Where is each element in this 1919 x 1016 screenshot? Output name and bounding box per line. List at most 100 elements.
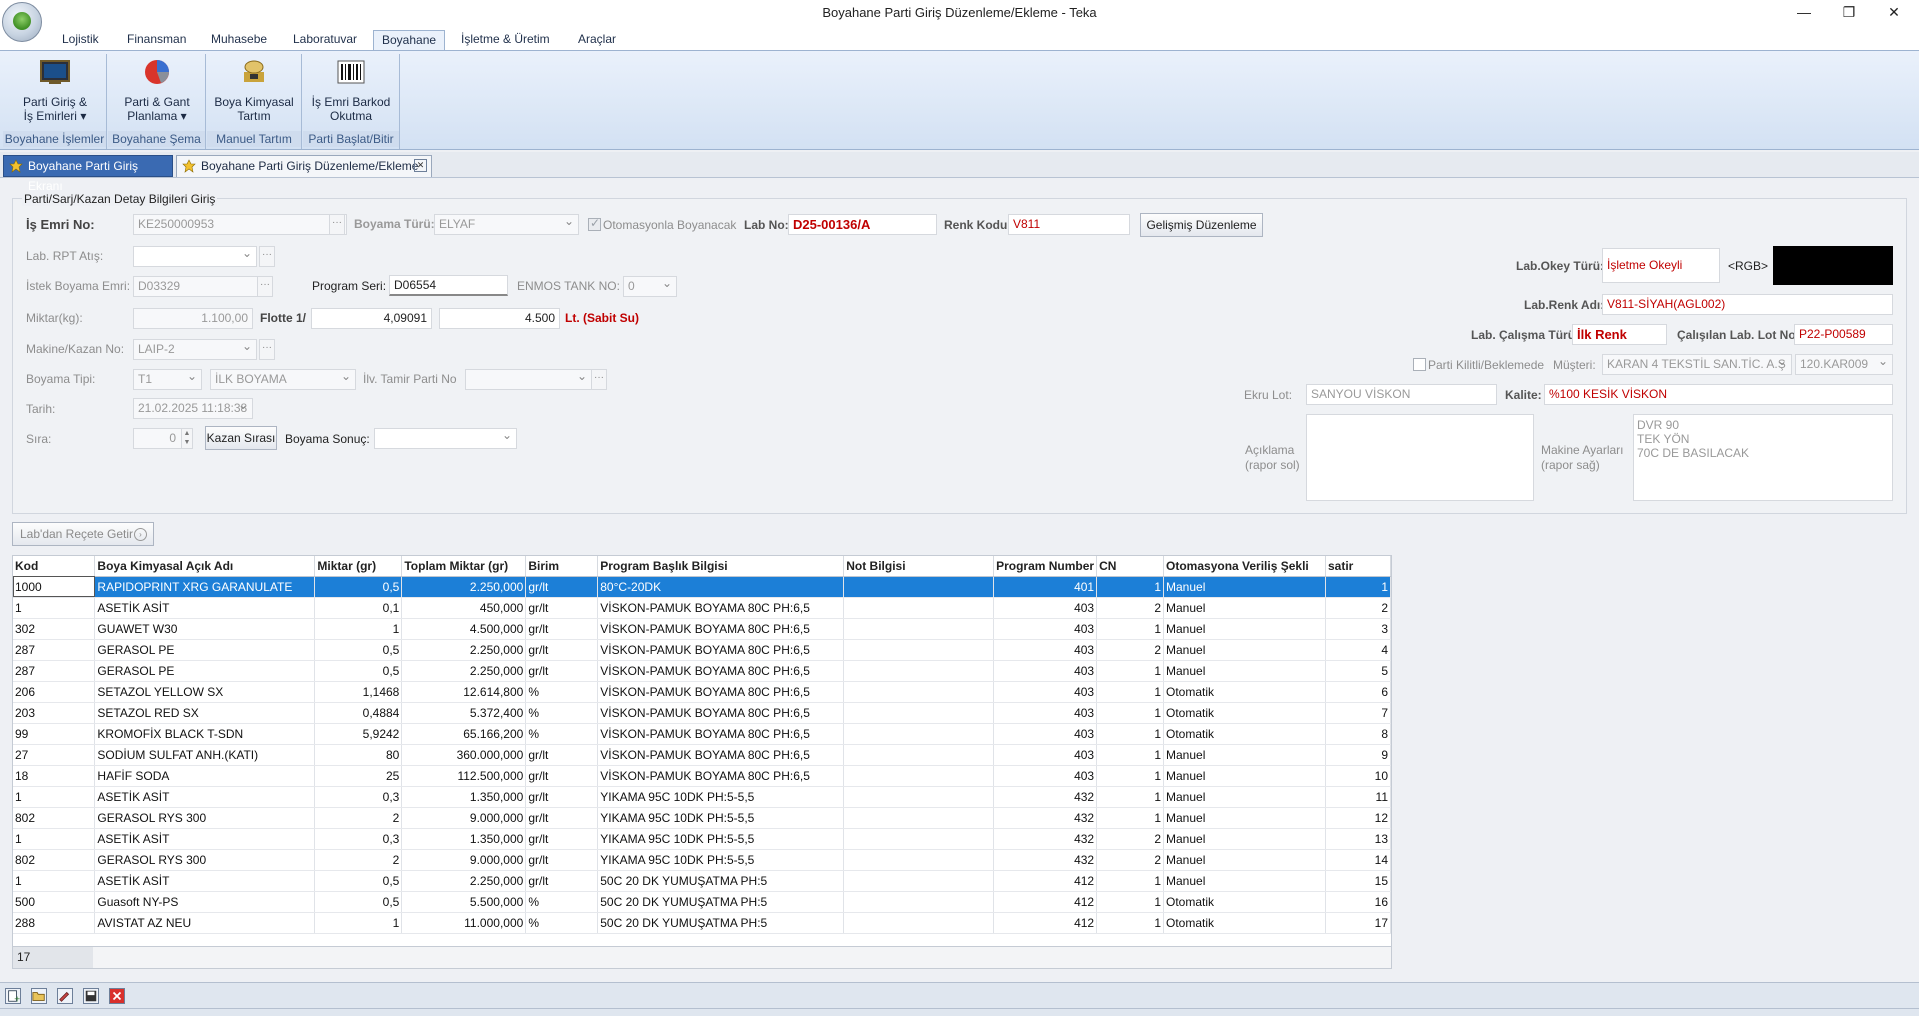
tab-laboratuvar[interactable]: Laboratuvar: [285, 30, 365, 50]
parti-gant-button[interactable]: Parti & Gant Planlama ▾: [112, 58, 202, 123]
cell-not-bilgisi[interactable]: [843, 765, 995, 787]
cell-kod[interactable]: 287: [13, 639, 96, 661]
boyama-sonuc-select[interactable]: [374, 428, 517, 449]
cell-miktar[interactable]: 5,9242: [314, 723, 403, 745]
cell-birim[interactable]: gr/lt: [525, 618, 599, 640]
cell-not-bilgisi[interactable]: [843, 912, 995, 934]
musteri-kod-select[interactable]: 120.KAR009: [1795, 354, 1893, 375]
table-row[interactable]: 27 SODİUM SULFAT ANH.(KATI) 80 360.000,000 g…: [13, 744, 1392, 766]
cell-program-number[interactable]: 403: [993, 765, 1098, 787]
cell-cn[interactable]: 1: [1096, 618, 1165, 640]
cell-kod[interactable]: 802: [13, 849, 96, 871]
cell-satir[interactable]: 6: [1325, 681, 1392, 703]
col-header-kod[interactable]: Kod: [13, 556, 96, 577]
cell-miktar[interactable]: 1,1468: [314, 681, 403, 703]
tab-isletme-uretim[interactable]: İşletme & Üretim: [453, 30, 558, 50]
cell-cn[interactable]: 1: [1096, 807, 1165, 829]
cell-satir[interactable]: 4: [1325, 639, 1392, 661]
cell-satir[interactable]: 1: [1325, 576, 1392, 598]
cell-toplam-miktar[interactable]: 450,000: [401, 597, 527, 619]
cell-program-baslik[interactable]: YIKAMA 95C 10DK PH:5-5,5: [597, 786, 845, 808]
cell-birim[interactable]: gr/lt: [525, 828, 599, 850]
cell-program-baslik[interactable]: VİSKON-PAMUK BOYAMA 80C PH:6,5: [597, 765, 845, 787]
cell-otomasyon[interactable]: Manuel: [1163, 849, 1326, 871]
cell-kod[interactable]: 206: [13, 681, 96, 703]
cell-miktar[interactable]: 25: [314, 765, 403, 787]
cell-program-number[interactable]: 401: [993, 576, 1098, 598]
boyama-tipi-desc-select[interactable]: İLK BOYAMA: [210, 369, 356, 390]
tab-boyahane[interactable]: Boyahane: [373, 30, 446, 50]
cell-not-bilgisi[interactable]: [843, 807, 995, 829]
table-row[interactable]: 1000 RAPIDOPRINT XRG GARANULATE 0,5 2.250,0…: [13, 576, 1392, 598]
table-row[interactable]: 500 Guasoft NY-PS 0,5 5.500,000% 50C 20 DK Y…: [13, 891, 1392, 913]
cell-cn[interactable]: 1: [1096, 870, 1165, 892]
cell-program-number[interactable]: 403: [993, 597, 1098, 619]
table-row[interactable]: 288 AVISTAT AZ NEU 1 11.000,000% 50C 20 DK Y…: [13, 912, 1392, 934]
cell-otomasyon[interactable]: Otomatik: [1163, 681, 1326, 703]
col-header-otomasyon[interactable]: Otomasyona Veriliş Şekli: [1163, 556, 1326, 577]
sira-stepper[interactable]: ▲ ▼: [181, 428, 193, 449]
cell-satir[interactable]: 5: [1325, 660, 1392, 682]
cell-otomasyon[interactable]: Manuel: [1163, 828, 1326, 850]
cell-not-bilgisi[interactable]: [843, 618, 995, 640]
cell-program-baslik[interactable]: YIKAMA 95C 10DK PH:5-5,5: [597, 807, 845, 829]
cell-birim[interactable]: %: [525, 681, 599, 703]
cell-kod[interactable]: 287: [13, 660, 96, 682]
cell-not-bilgisi[interactable]: [843, 639, 995, 661]
lab-calisma-field[interactable]: İlk Renk: [1572, 324, 1667, 345]
cell-not-bilgisi[interactable]: [843, 870, 995, 892]
cell-kod[interactable]: 288: [13, 912, 96, 934]
lab-recete-getir-button[interactable]: Lab'dan Reçete Getir ›: [12, 522, 154, 546]
cell-kod[interactable]: 302: [13, 618, 96, 640]
cell-not-bilgisi[interactable]: [843, 597, 995, 619]
cell-otomasyon[interactable]: Manuel: [1163, 597, 1326, 619]
enmos-tank-select[interactable]: 0: [623, 276, 677, 297]
cell-toplam-miktar[interactable]: 1.350,000: [401, 786, 527, 808]
cell-cn[interactable]: 1: [1096, 786, 1165, 808]
cell-otomasyon[interactable]: Manuel: [1163, 618, 1326, 640]
cell-birim[interactable]: gr/lt: [525, 639, 599, 661]
cell-program-number[interactable]: 403: [993, 660, 1098, 682]
cell-toplam-miktar[interactable]: 1.350,000: [401, 828, 527, 850]
cell-program-number[interactable]: 403: [993, 639, 1098, 661]
cell-program-baslik[interactable]: VİSKON-PAMUK BOYAMA 80C PH:6,5: [597, 618, 845, 640]
cell-miktar[interactable]: 0,4884: [314, 702, 403, 724]
program-seri-field[interactable]: D06554: [389, 275, 508, 296]
cell-not-bilgisi[interactable]: [843, 891, 995, 913]
table-row[interactable]: 206 SETAZOL YELLOW SX 1,1468 12.614,800% VİS…: [13, 681, 1392, 703]
cell-program-number[interactable]: 403: [993, 702, 1098, 724]
cell-cn[interactable]: 2: [1096, 828, 1165, 850]
cell-birim[interactable]: gr/lt: [525, 597, 599, 619]
cell-program-number[interactable]: 412: [993, 870, 1098, 892]
is-emri-field[interactable]: KE250000953: [133, 214, 347, 235]
cell-satir[interactable]: 15: [1325, 870, 1392, 892]
cell-not-bilgisi[interactable]: [843, 660, 995, 682]
cell-program-baslik[interactable]: 50C 20 DK YUMUŞATMA PH:5: [597, 870, 845, 892]
cell-cn[interactable]: 1: [1096, 681, 1165, 703]
doc-tab-parti-giris-duzenleme[interactable]: Boyahane Parti Giriş Düzenleme/Ekleme ✕: [176, 155, 432, 177]
cell-kod[interactable]: 1: [13, 828, 96, 850]
parti-kilitli-checkbox[interactable]: [1413, 358, 1426, 371]
cell-toplam-miktar[interactable]: 2.250,000: [401, 639, 527, 661]
renk-kodu-field[interactable]: V811: [1008, 214, 1130, 235]
tab-lojistik[interactable]: Lojistik: [54, 30, 107, 50]
cell-cn[interactable]: 1: [1096, 744, 1165, 766]
cell-satir[interactable]: 13: [1325, 828, 1392, 850]
cell-program-baslik[interactable]: YIKAMA 95C 10DK PH:5-5,5: [597, 849, 845, 871]
cell-toplam-miktar[interactable]: 112.500,000: [401, 765, 527, 787]
cell-boya-kimyasal[interactable]: RAPIDOPRINT XRG GARANULATE: [94, 576, 316, 598]
cell-toplam-miktar[interactable]: 360.000,000: [401, 744, 527, 766]
cell-kod[interactable]: 1000: [13, 576, 96, 598]
cell-otomasyon[interactable]: Manuel: [1163, 576, 1326, 598]
cell-kod[interactable]: 1: [13, 786, 96, 808]
tarih-field[interactable]: 21.02.2025 11:18:38: [133, 398, 253, 419]
col-header-miktar[interactable]: Miktar (gr): [314, 556, 403, 577]
cell-cn[interactable]: 2: [1096, 639, 1165, 661]
cell-otomasyon[interactable]: Manuel: [1163, 765, 1326, 787]
makine-kazan-select[interactable]: LAIP-2: [133, 339, 257, 360]
cell-program-number[interactable]: 412: [993, 912, 1098, 934]
cell-kod[interactable]: 203: [13, 702, 96, 724]
ilv-tamir-select[interactable]: [465, 369, 592, 390]
table-row[interactable]: 802 GERASOL RYS 300 2 9.000,000 gr/lt YIKAMA …: [13, 849, 1392, 871]
col-header-boya-kimyasal[interactable]: Boya Kimyasal Açık Adı: [94, 556, 316, 577]
